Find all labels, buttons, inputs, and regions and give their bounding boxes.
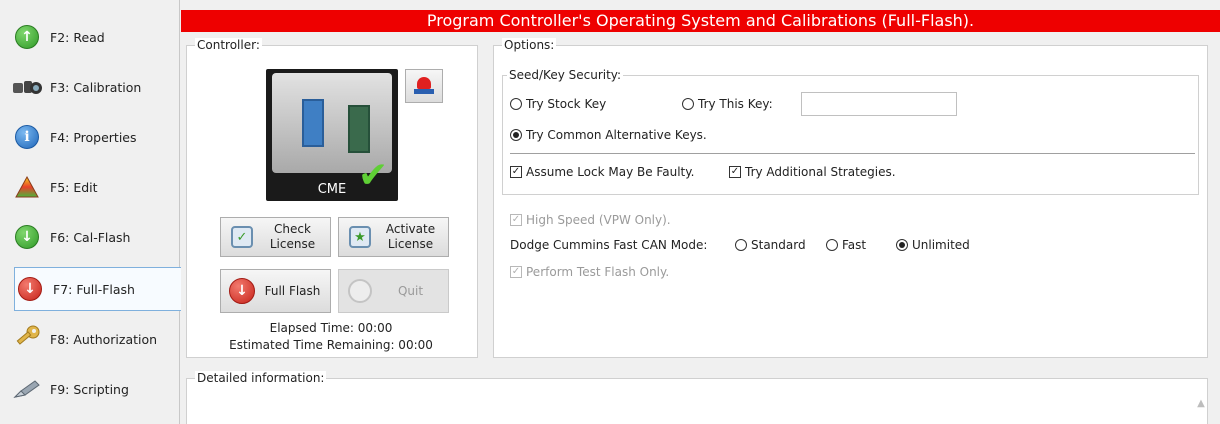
radio-indicator — [682, 98, 694, 110]
quit-label: Quit — [397, 283, 424, 298]
checkbox-indicator: ✓ — [510, 266, 522, 278]
activate-license-label: Activate License — [385, 222, 436, 251]
checkbox-indicator: ✓ — [510, 214, 522, 226]
sidebar-item-scripting[interactable]: F9: Scripting — [12, 367, 178, 411]
ecu-image: CME ✔ — [266, 69, 398, 201]
options-legend: Options: — [502, 38, 557, 52]
sidebar-item-label: F2: Read — [50, 29, 105, 45]
license-activate-icon: ★ — [347, 224, 373, 250]
full-flash-label: Full Flash — [264, 283, 321, 298]
detailed-information-legend: Detailed information: — [195, 371, 327, 385]
check-license-label: Check License — [269, 222, 316, 251]
try-common-keys-label: Try Common Alternative Keys. — [526, 128, 707, 142]
sidebar-item-label: F4: Properties — [50, 129, 137, 145]
sidebar-item-label: F8: Authorization — [50, 331, 158, 347]
check-license-button[interactable]: ✓ Check License — [220, 217, 331, 257]
sidebar-item-cal-flash[interactable]: ↓ F6: Cal-Flash — [12, 215, 178, 259]
down-arrow-red-icon: ↓ — [15, 274, 45, 304]
try-stock-key-radio[interactable]: Try Stock Key — [510, 97, 606, 111]
ecu-connector-green — [348, 105, 370, 153]
sidebar-item-full-flash[interactable]: ↓ F7: Full-Flash — [14, 267, 181, 311]
sidebar-item-edit[interactable]: F5: Edit — [12, 165, 178, 209]
stop-icon — [347, 278, 373, 304]
this-key-input[interactable] — [801, 92, 957, 116]
checkmark-icon: ✔ — [358, 155, 389, 196]
sidebar-item-properties[interactable]: i F4: Properties — [12, 115, 178, 159]
checkbox-indicator: ✓ — [510, 166, 522, 178]
sidebar-item-calibration[interactable]: F3: Calibration — [12, 65, 178, 109]
elapsed-time: Elapsed Time: 00:00 — [269, 321, 393, 335]
can-mode-fast-label: Fast — [842, 238, 867, 252]
test-flash-only-label: Perform Test Flash Only. — [526, 265, 670, 279]
beacon-button[interactable] — [405, 69, 443, 103]
can-mode-unlimited-label: Unlimited — [912, 238, 970, 252]
detailed-information-group: Detailed information: — [186, 371, 1208, 424]
scroll-up-icon[interactable]: ▲ — [1194, 397, 1208, 411]
assume-lock-faulty-label: Assume Lock May Be Faulty. — [526, 165, 695, 179]
down-arrow-red-icon: ↓ — [229, 278, 255, 304]
radio-indicator — [826, 239, 838, 251]
sidebar-item-label: F6: Cal-Flash — [50, 229, 131, 245]
can-mode-standard-label: Standard — [751, 238, 806, 252]
sidebar-item-label: F5: Edit — [50, 179, 98, 195]
beacon-icon — [414, 77, 434, 95]
can-mode-unlimited-radio[interactable]: Unlimited — [896, 238, 970, 252]
try-stock-key-label: Try Stock Key — [526, 97, 607, 111]
key-icon — [12, 324, 42, 354]
seed-key-legend: Seed/Key Security: — [507, 68, 624, 82]
checkbox-indicator: ✓ — [729, 166, 741, 178]
binoculars-icon — [12, 72, 42, 102]
can-mode-standard-radio[interactable]: Standard — [735, 238, 806, 252]
try-additional-strategies-label: Try Additional Strategies. — [745, 165, 896, 179]
test-flash-only-checkbox[interactable]: ✓ Perform Test Flash Only. — [510, 265, 669, 279]
estimated-time-remaining: Estimated Time Remaining: 00:00 — [229, 338, 433, 352]
down-arrow-green-icon: ↓ — [12, 222, 42, 252]
fast-can-mode-label: Dodge Cummins Fast CAN Mode: — [510, 238, 708, 252]
up-arrow-green-icon: ↑ — [12, 22, 42, 52]
pen-icon — [12, 374, 42, 404]
radio-indicator — [735, 239, 747, 251]
sidebar: ↑ F2: Read F3: Calibration i F4: Propert… — [0, 0, 181, 424]
high-speed-checkbox[interactable]: ✓ High Speed (VPW Only). — [510, 213, 671, 227]
divider — [510, 153, 1195, 154]
can-mode-fast-radio[interactable]: Fast — [826, 238, 866, 252]
try-additional-strategies-checkbox[interactable]: ✓ Try Additional Strategies. — [729, 165, 896, 179]
sidebar-item-label: F7: Full-Flash — [53, 281, 135, 297]
activate-license-button[interactable]: ★ Activate License — [338, 217, 449, 257]
info-icon: i — [12, 122, 42, 152]
full-flash-button[interactable]: ↓ Full Flash — [220, 269, 331, 313]
license-check-icon: ✓ — [229, 224, 255, 250]
sidebar-item-label: F3: Calibration — [50, 79, 142, 95]
controller-legend: Controller: — [195, 38, 262, 52]
radio-indicator — [896, 239, 908, 251]
high-speed-label: High Speed (VPW Only). — [526, 213, 671, 227]
triangle-icon — [12, 172, 42, 202]
try-this-key-radio[interactable]: Try This Key: — [682, 97, 773, 111]
ecu-connector-blue — [302, 99, 324, 147]
sidebar-item-label: F9: Scripting — [50, 381, 129, 397]
try-this-key-label: Try This Key: — [698, 97, 773, 111]
assume-lock-faulty-checkbox[interactable]: ✓ Assume Lock May Be Faulty. — [510, 165, 694, 179]
radio-indicator — [510, 129, 522, 141]
quit-button[interactable]: Quit — [338, 269, 449, 313]
sidebar-item-read[interactable]: ↑ F2: Read — [12, 15, 178, 59]
sidebar-item-authorization[interactable]: F8: Authorization — [12, 317, 178, 361]
try-common-keys-radio[interactable]: Try Common Alternative Keys. — [510, 128, 707, 142]
radio-indicator — [510, 98, 522, 110]
page-title: Program Controller's Operating System an… — [181, 10, 1220, 32]
